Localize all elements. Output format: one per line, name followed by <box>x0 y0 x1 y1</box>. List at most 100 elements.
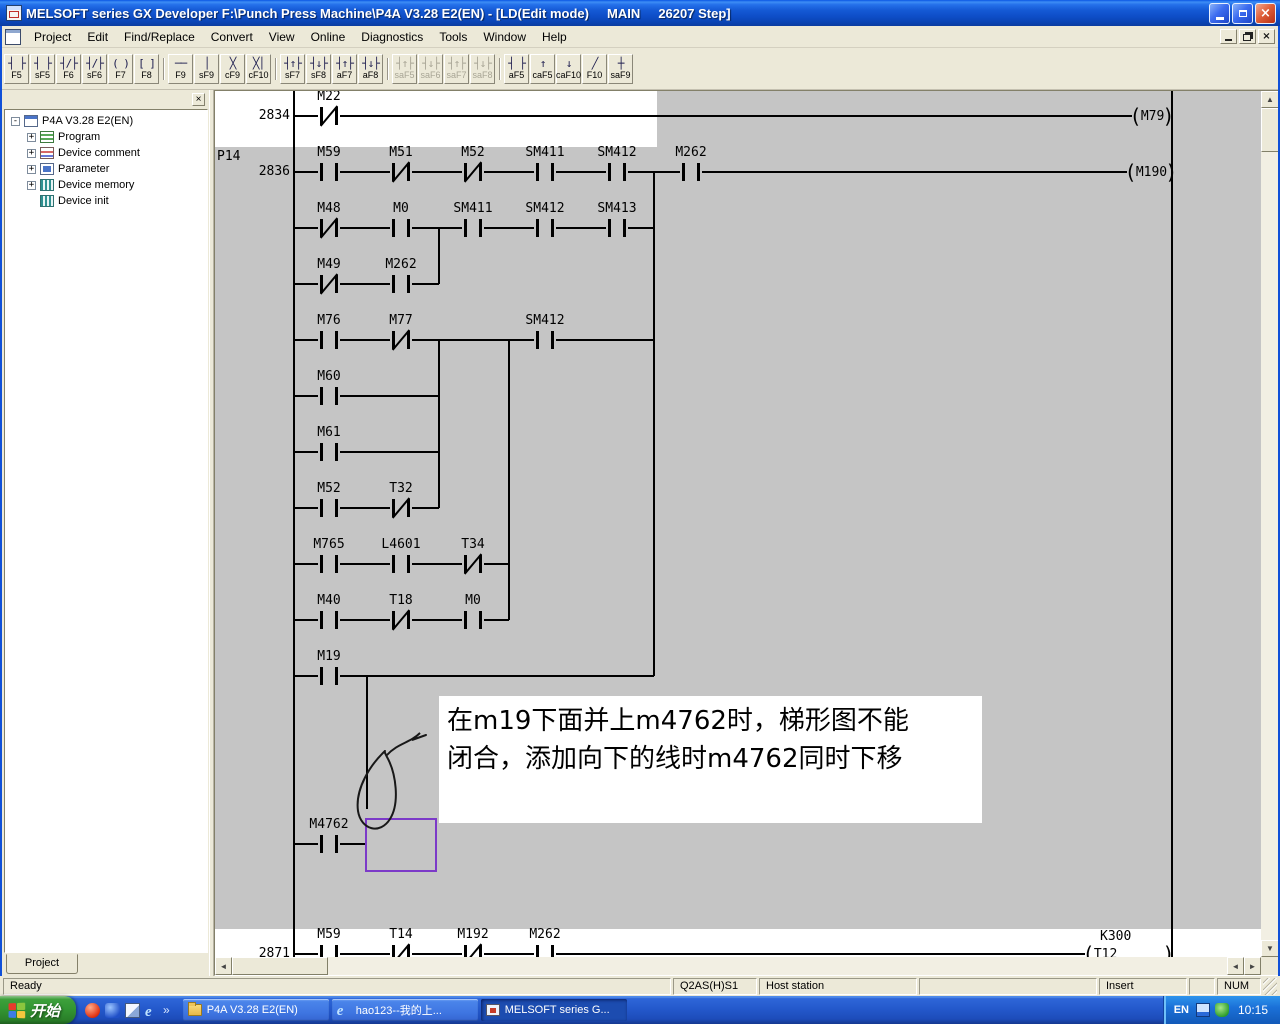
toolbar-button-sf8[interactable]: ┤↓├sF8 <box>306 54 331 84</box>
ladder-coil-m190[interactable]: (M190) <box>1127 161 1172 183</box>
mdi-minimize-button[interactable] <box>1220 29 1237 44</box>
tree-item-device-memory[interactable]: +Device memory <box>5 177 207 193</box>
close-button[interactable] <box>1255 3 1276 24</box>
menu-find-replace[interactable]: Find/Replace <box>116 28 203 46</box>
toolbar-button-af5[interactable]: ┤ ├aF5 <box>504 54 529 84</box>
ladder-contact-m52[interactable]: M52 <box>462 162 484 182</box>
toolbar-button-caf10[interactable]: ↓caF10 <box>556 54 581 84</box>
ladder-contact-m61[interactable]: M61 <box>318 442 340 462</box>
menu-online[interactable]: Online <box>303 28 354 46</box>
ladder-contact-m59[interactable]: M59 <box>318 944 340 957</box>
taskbar-task-melsoft-series-g[interactable]: MELSOFT series G... <box>481 999 627 1021</box>
scroll-right-button[interactable] <box>1244 957 1261 975</box>
ladder-contact-t18[interactable]: T18 <box>390 610 412 630</box>
desktop-icon[interactable] <box>125 1003 140 1018</box>
menu-diagnostics[interactable]: Diagnostics <box>353 28 431 46</box>
start-button[interactable]: 开始 <box>0 996 76 1024</box>
mdi-document-icon[interactable] <box>5 29 21 45</box>
app-icon[interactable] <box>6 5 22 21</box>
ladder-contact-t14[interactable]: T14 <box>390 944 412 957</box>
ladder-canvas[interactable]: 在m19下面并上m4762时，梯形图不能 闭合，添加向下的线时m4762同时下移… <box>215 91 1261 957</box>
ladder-contact-m76[interactable]: M76 <box>318 330 340 350</box>
tree-expander-icon[interactable]: + <box>27 133 36 142</box>
ladder-contact-m262[interactable]: M262 <box>390 274 412 294</box>
ladder-contact-m0[interactable]: M0 <box>462 610 484 630</box>
menu-view[interactable]: View <box>261 28 303 46</box>
scroll-down-button[interactable] <box>1261 940 1279 957</box>
red-app-icon[interactable] <box>85 1003 100 1018</box>
language-indicator[interactable]: EN <box>1174 1004 1189 1016</box>
ladder-contact-m48[interactable]: M48 <box>318 218 340 238</box>
scroll-left-button-2[interactable] <box>1227 957 1244 975</box>
green-shield-icon[interactable] <box>1215 1003 1229 1017</box>
taskbar-task-hao123[interactable]: hao123--我的上... <box>332 999 478 1021</box>
ladder-contact-m52[interactable]: M52 <box>318 498 340 518</box>
toolbar-button-sf6[interactable]: ┤/├sF6 <box>82 54 107 84</box>
tree-item-parameter[interactable]: +Parameter <box>5 161 207 177</box>
toolbar-button-af7[interactable]: ┤↑├aF7 <box>332 54 357 84</box>
mdi-close-button[interactable] <box>1258 29 1275 44</box>
tree-expander-icon[interactable]: - <box>11 117 20 126</box>
toolbar-button-cf10[interactable]: ╳│cF10 <box>246 54 271 84</box>
menu-edit[interactable]: Edit <box>79 28 116 46</box>
toolbar-button-af8[interactable]: ┤↓├aF8 <box>358 54 383 84</box>
ladder-contact-sm412[interactable]: SM412 <box>606 162 628 182</box>
ladder-coil-m79[interactable]: (M79) <box>1132 105 1172 127</box>
ladder-contact-m765[interactable]: M765 <box>318 554 340 574</box>
restore-button[interactable] <box>1232 3 1253 24</box>
ladder-contact-m51[interactable]: M51 <box>390 162 412 182</box>
toolbar-button-f9[interactable]: ──F9 <box>168 54 193 84</box>
tab-project[interactable]: Project <box>6 954 78 974</box>
resize-grip[interactable] <box>1263 978 1277 995</box>
menu-convert[interactable]: Convert <box>203 28 261 46</box>
ie-icon[interactable] <box>145 1003 160 1018</box>
network-icon[interactable] <box>1196 1003 1210 1017</box>
toolbar-button-cf9[interactable]: ╳cF9 <box>220 54 245 84</box>
menu-window[interactable]: Window <box>475 28 534 46</box>
menu-project[interactable]: Project <box>26 28 79 46</box>
quick-launch-overflow-chevron[interactable]: » <box>163 1003 174 1017</box>
vertical-scroll-thumb[interactable] <box>1261 108 1279 152</box>
ladder-contact-m59[interactable]: M59 <box>318 162 340 182</box>
ladder-contact-m22[interactable]: M22 <box>318 106 340 126</box>
toolbar-button-f6[interactable]: ┤/├F6 <box>56 54 81 84</box>
ladder-contact-t32[interactable]: T32 <box>390 498 412 518</box>
toolbar-button-f10[interactable]: ╱F10 <box>582 54 607 84</box>
ladder-contact-m262[interactable]: M262 <box>680 162 702 182</box>
tree-expander-icon[interactable]: + <box>27 165 36 174</box>
ladder-contact-m0[interactable]: M0 <box>390 218 412 238</box>
ladder-contact-m60[interactable]: M60 <box>318 386 340 406</box>
ladder-contact-m49[interactable]: M49 <box>318 274 340 294</box>
vertical-scrollbar[interactable] <box>1261 91 1279 957</box>
toolbar-button-saf9[interactable]: ┼saF9 <box>608 54 633 84</box>
tree-item-program[interactable]: +Program <box>5 129 207 145</box>
taskbar-task-p4a-v3-28-e2-en[interactable]: P4A V3.28 E2(EN) <box>183 999 329 1021</box>
ladder-contact-sm411[interactable]: SM411 <box>534 162 556 182</box>
toolbar-button-f7[interactable]: ( )F7 <box>108 54 133 84</box>
minimize-button[interactable] <box>1209 3 1230 24</box>
tree-root-item[interactable]: -P4A V3.28 E2(EN) <box>5 113 207 129</box>
toolbar-button-sf9[interactable]: │sF9 <box>194 54 219 84</box>
toolbar-button-f8[interactable]: [ ]F8 <box>134 54 159 84</box>
ladder-coil-t12[interactable]: (T12) <box>1085 943 1172 957</box>
mdi-restore-button[interactable] <box>1239 29 1256 44</box>
close-panel-button[interactable]: × <box>192 93 205 106</box>
toolbar-button-caf5[interactable]: ↑caF5 <box>530 54 555 84</box>
menu-tools[interactable]: Tools <box>431 28 475 46</box>
menu-help[interactable]: Help <box>534 28 575 46</box>
tree-item-device-init[interactable]: Device init <box>5 193 207 209</box>
toolbar-button-sf5[interactable]: ┤ ├sF5 <box>30 54 55 84</box>
ladder-contact-sm411[interactable]: SM411 <box>462 218 484 238</box>
ladder-contact-sm412[interactable]: SM412 <box>534 330 556 350</box>
ladder-contact-m19[interactable]: M19 <box>318 666 340 686</box>
tree-expander-icon[interactable]: + <box>27 149 36 158</box>
ladder-contact-sm412[interactable]: SM412 <box>534 218 556 238</box>
scroll-up-button[interactable] <box>1261 91 1279 108</box>
ladder-contact-m262[interactable]: M262 <box>534 944 556 957</box>
ladder-contact-m192[interactable]: M192 <box>462 944 484 957</box>
tree-expander-icon[interactable]: + <box>27 181 36 190</box>
ladder-contact-sm413[interactable]: SM413 <box>606 218 628 238</box>
toolbar-button-f5[interactable]: ┤ ├F5 <box>4 54 29 84</box>
ladder-contact-m77[interactable]: M77 <box>390 330 412 350</box>
ladder-contact-m40[interactable]: M40 <box>318 610 340 630</box>
